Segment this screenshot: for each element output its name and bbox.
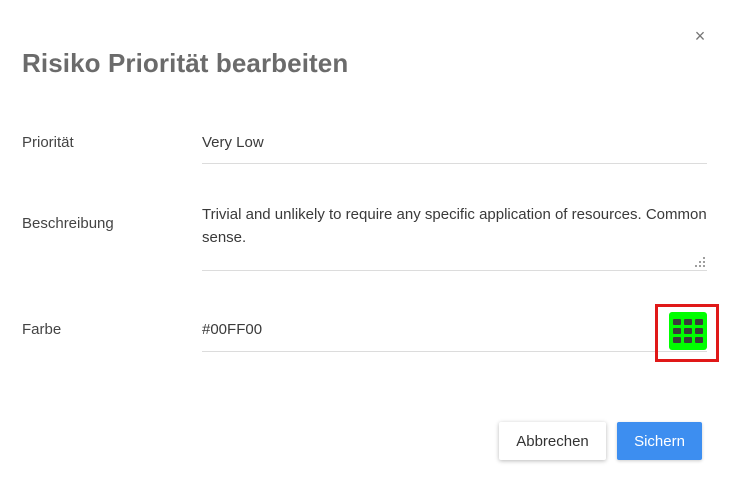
edit-priority-dialog: × Risiko Priorität bearbeiten Priorität … <box>0 0 739 479</box>
priority-label: Priorität <box>22 134 74 151</box>
description-value: Trivial and unlikely to require any spec… <box>202 206 707 246</box>
grid-icon <box>669 312 707 350</box>
priority-input[interactable]: Very Low <box>202 133 707 164</box>
cancel-button[interactable]: Abbrechen <box>499 422 606 460</box>
description-textarea[interactable]: Trivial and unlikely to require any spec… <box>202 203 707 271</box>
priority-value: Very Low <box>202 134 264 151</box>
color-value: #00FF00 <box>202 321 263 338</box>
color-input[interactable]: #00FF00 <box>202 320 707 352</box>
description-label: Beschreibung <box>22 215 114 232</box>
dialog-title: Risiko Priorität bearbeiten <box>22 48 349 78</box>
close-icon[interactable]: × <box>690 26 710 46</box>
color-picker-button[interactable] <box>669 312 707 350</box>
resize-grip-icon[interactable] <box>695 257 705 267</box>
save-button[interactable]: Sichern <box>617 422 702 460</box>
color-label: Farbe <box>22 321 62 338</box>
